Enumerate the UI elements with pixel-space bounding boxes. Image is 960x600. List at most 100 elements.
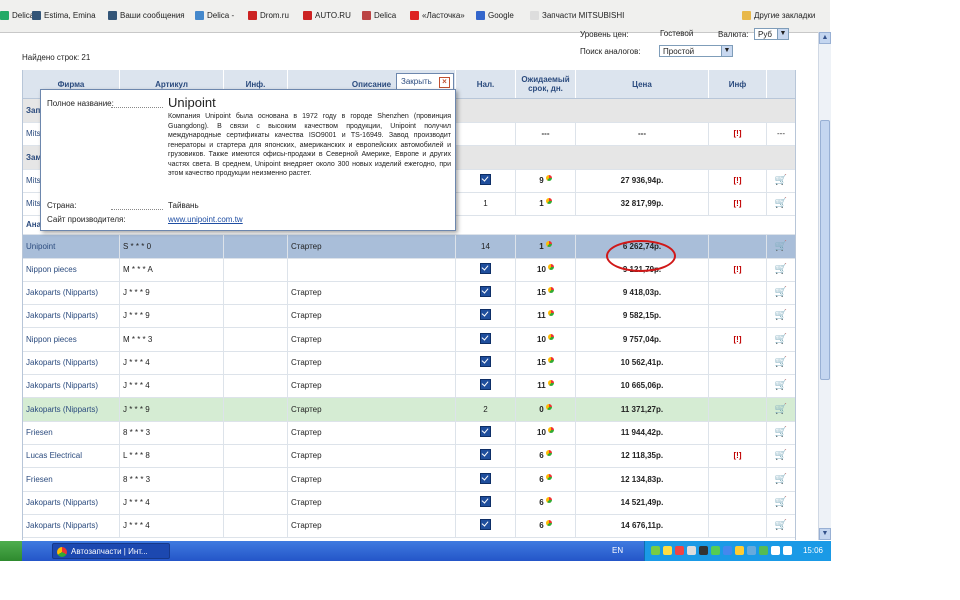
table-row[interactable]: Nippon pieces M * * * 3 Стартер 10 9 757,04р… bbox=[23, 327, 795, 352]
taskbar-window-button[interactable]: Автозапчасти | Инт... bbox=[52, 543, 170, 559]
add-to-cart-icon[interactable]: 🛒 bbox=[775, 374, 787, 397]
tray-app-icon[interactable] bbox=[711, 546, 720, 555]
firm-link[interactable]: Jakoparts (Nipparts) bbox=[23, 514, 120, 538]
delivery-stat-icon[interactable] bbox=[547, 287, 554, 294]
table-row[interactable]: Jakoparts (Nipparts) J * * * 4 Стартер 6 14 … bbox=[23, 514, 795, 539]
add-to-cart-icon[interactable]: 🛒 bbox=[775, 304, 787, 327]
firm-link[interactable]: Jakoparts (Nipparts) bbox=[23, 351, 120, 374]
tray-app-icon[interactable] bbox=[675, 546, 684, 555]
tray-app-icon[interactable] bbox=[723, 546, 732, 555]
tray-app-icon[interactable] bbox=[759, 546, 768, 555]
info-warning-link[interactable]: [!] bbox=[709, 192, 767, 216]
col-price[interactable]: Цена bbox=[576, 70, 709, 98]
firm-link[interactable]: Lucas Electrical bbox=[23, 444, 120, 468]
col-expected[interactable]: Ожидаемый срок, дн. bbox=[516, 70, 576, 98]
add-to-cart-icon[interactable]: 🛒 bbox=[775, 398, 787, 421]
table-row[interactable]: Lucas Electrical L * * * 8 Стартер 6 12 118,… bbox=[23, 444, 795, 469]
info-warning-link[interactable]: [!] bbox=[709, 444, 767, 468]
delivery-stat-icon[interactable] bbox=[545, 240, 552, 247]
add-to-cart-icon[interactable]: 🛒 bbox=[775, 514, 787, 537]
tray-app-icon[interactable] bbox=[651, 546, 660, 555]
tray-app-icon[interactable] bbox=[747, 546, 756, 555]
delivery-stat-icon[interactable] bbox=[545, 174, 552, 181]
delivery-stat-icon[interactable] bbox=[547, 310, 554, 317]
info-warning-link[interactable]: [!] bbox=[709, 168, 767, 192]
delivery-stat-icon[interactable] bbox=[545, 496, 552, 503]
add-to-cart-icon[interactable]: 🛒 bbox=[775, 351, 787, 374]
firm-link[interactable]: Nippon pieces bbox=[23, 257, 120, 281]
close-icon[interactable]: × bbox=[439, 77, 450, 88]
tray-app-icon[interactable] bbox=[663, 546, 672, 555]
info-warning-link[interactable]: [!] bbox=[709, 327, 767, 351]
table-row[interactable]: Jakoparts (Nipparts) J * * * 4 Стартер 15 10… bbox=[23, 351, 795, 375]
delivery-stat-icon[interactable] bbox=[547, 426, 554, 433]
bookmark-item[interactable]: Delica bbox=[0, 11, 34, 20]
delivery-stat-icon[interactable] bbox=[545, 520, 552, 527]
vertical-scrollbar[interactable]: ▲ ▼ bbox=[818, 32, 831, 540]
add-to-cart-icon[interactable]: 🛒 bbox=[775, 258, 787, 281]
scroll-thumb[interactable] bbox=[820, 120, 830, 380]
bookmark-item[interactable]: Delica - bbox=[195, 11, 234, 20]
add-to-cart-icon[interactable]: 🛒 bbox=[775, 192, 787, 215]
bookmark-item[interactable]: Запчасти MITSUBISHI bbox=[530, 11, 624, 20]
scroll-down-icon[interactable]: ▼ bbox=[819, 528, 831, 540]
bookmark-item[interactable]: AUTO.RU bbox=[303, 11, 351, 20]
delivery-stat-icon[interactable] bbox=[547, 357, 554, 363]
start-button[interactable] bbox=[0, 541, 22, 561]
firm-link[interactable]: Friesen bbox=[23, 420, 120, 444]
bookmark-item[interactable]: «Ласточка» bbox=[410, 11, 465, 20]
firm-link[interactable]: Friesen bbox=[23, 467, 120, 491]
info-warning-link[interactable]: [!] bbox=[709, 122, 767, 146]
delivery-stat-icon[interactable] bbox=[547, 333, 554, 340]
analog-search-select[interactable]: Простой ▼ bbox=[659, 45, 733, 57]
table-row[interactable]: Unipoint S * * * 0 Стартер 14 1 6 262,74р. 🛒 bbox=[23, 234, 795, 259]
tray-app-icon[interactable] bbox=[687, 546, 696, 555]
add-to-cart-icon[interactable]: 🛒 bbox=[775, 169, 787, 192]
delivery-stat-icon[interactable] bbox=[545, 403, 552, 410]
currency-select[interactable]: Руб ▼ bbox=[754, 28, 789, 40]
bookmark-item[interactable]: Estima, Emina bbox=[32, 11, 96, 20]
table-row[interactable]: Friesen 8 * * * 3 Стартер 10 11 944,42р. 🛒 bbox=[23, 420, 795, 445]
table-row[interactable]: Jakoparts (Nipparts) J * * * 9 Стартер 2 0 11… bbox=[23, 397, 795, 422]
add-to-cart-icon[interactable]: 🛒 bbox=[775, 328, 787, 351]
bookmark-item[interactable]: Другие закладки bbox=[742, 11, 815, 20]
table-row[interactable]: Jakoparts (Nipparts) J * * * 9 Стартер 11 9 … bbox=[23, 304, 795, 329]
tray-app-icon[interactable] bbox=[783, 546, 792, 555]
firm-link[interactable]: Nippon pieces bbox=[23, 327, 120, 351]
add-to-cart-icon[interactable]: 🛒 bbox=[775, 491, 787, 514]
delivery-stat-icon[interactable] bbox=[545, 473, 552, 480]
bookmark-item[interactable]: Drom.ru bbox=[248, 11, 289, 20]
col-availability[interactable]: Нал. bbox=[456, 70, 516, 98]
table-row[interactable]: Jakoparts (Nipparts) J * * * 4 Стартер 6 14 … bbox=[23, 490, 795, 515]
table-row[interactable]: Jakoparts (Nipparts) J * * * 4 Стартер 11 10… bbox=[23, 374, 795, 399]
language-indicator[interactable]: EN bbox=[612, 546, 623, 555]
delivery-stat-icon[interactable] bbox=[545, 450, 552, 457]
add-to-cart-icon[interactable]: 🛒 bbox=[775, 421, 787, 444]
add-to-cart-icon[interactable]: 🛒 bbox=[775, 444, 787, 467]
manufacturer-site-link[interactable]: www.unipoint.com.tw bbox=[168, 215, 243, 224]
tray-app-icon[interactable] bbox=[771, 546, 780, 555]
add-to-cart-icon[interactable]: 🛒 bbox=[775, 468, 787, 491]
delivery-stat-icon[interactable] bbox=[545, 198, 552, 205]
tray-app-icon[interactable] bbox=[735, 546, 744, 555]
bookmark-item[interactable]: Delica bbox=[362, 11, 396, 20]
table-row[interactable]: Nippon pieces M * * * A 10 9 121,79р. [!] 🛒 bbox=[23, 257, 795, 282]
bookmark-item[interactable]: Google bbox=[476, 11, 514, 20]
bookmark-item[interactable]: Ваши сообщения bbox=[108, 11, 185, 20]
firm-link[interactable]: Jakoparts (Nipparts) bbox=[23, 281, 120, 305]
add-to-cart-icon[interactable]: 🛒 bbox=[775, 235, 787, 258]
table-row[interactable]: Jakoparts (Nipparts) J * * * 9 Стартер 15 9 … bbox=[23, 281, 795, 306]
delivery-stat-icon[interactable] bbox=[547, 380, 554, 387]
tray-app-icon[interactable] bbox=[699, 546, 708, 555]
firm-link[interactable]: Jakoparts (Nipparts) bbox=[23, 397, 120, 421]
table-row[interactable]: Friesen 8 * * * 3 Стартер 6 12 134,83р. 🛒 bbox=[23, 467, 795, 492]
firm-link[interactable]: Unipoint bbox=[23, 234, 120, 258]
info-warning-link[interactable]: [!] bbox=[709, 257, 767, 281]
firm-link[interactable]: Jakoparts (Nipparts) bbox=[23, 490, 120, 514]
delivery-stat-icon[interactable] bbox=[547, 263, 554, 270]
firm-link[interactable]: Jakoparts (Nipparts) bbox=[23, 374, 120, 398]
scroll-up-icon[interactable]: ▲ bbox=[819, 32, 831, 44]
popup-close-button[interactable]: Закрыть × bbox=[396, 73, 454, 89]
add-to-cart-icon[interactable]: 🛒 bbox=[775, 281, 787, 304]
firm-link[interactable]: Jakoparts (Nipparts) bbox=[23, 304, 120, 328]
